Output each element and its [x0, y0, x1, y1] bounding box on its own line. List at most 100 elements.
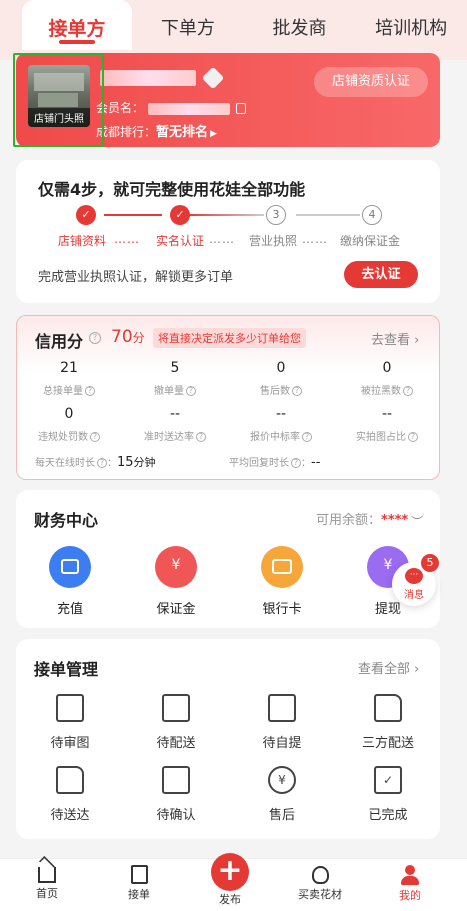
metric-label: 准时送达率? — [125, 428, 225, 443]
metric-value: -- — [169, 406, 181, 422]
confirm-doc-icon[interactable] — [162, 766, 190, 794]
credit-score: 70分 — [111, 327, 145, 347]
steps-title: 仅需4步，就可完整使用花娃全部功能 — [38, 180, 306, 199]
tab-training[interactable]: 培训机构 — [355, 0, 467, 50]
plus-icon: + — [211, 853, 249, 891]
metric-label: 被拉黑数? — [337, 382, 437, 397]
order-status-label[interactable]: 待自提 — [237, 732, 327, 751]
credit-tip: 将直接决定派发多少订单给您 — [153, 328, 306, 348]
refund-icon[interactable]: ¥ — [268, 766, 296, 794]
wallet-icon[interactable] — [49, 546, 91, 588]
metric-value: -- — [275, 406, 287, 422]
steps-card: 仅需4步，就可完整使用花娃全部功能 ✓ ✓ 3 4 店铺资料 …… 实名认证 …… — [16, 160, 440, 303]
message-label: 消息 — [404, 590, 424, 601]
metric-label: 报价中标率? — [231, 428, 331, 443]
help-icon[interactable]: ? — [89, 332, 101, 344]
credit-title: 信用分 — [35, 332, 84, 351]
step-number-icon: 3 — [266, 205, 286, 225]
metric-label: 撤单量? — [125, 382, 225, 397]
shop-name — [100, 66, 225, 89]
yuan-hexagon-icon[interactable]: ¥ — [155, 546, 197, 588]
step-dots: …… — [302, 232, 328, 246]
finance-card: 财务中心 可用余额：**** ¥ ¥ 充值 保证金 银行卡 提现 — [16, 490, 440, 628]
truck-icon[interactable] — [374, 694, 402, 722]
step-check-icon: ✓ — [170, 205, 190, 225]
nav-publish[interactable]: + 发布 — [195, 853, 265, 907]
order-status-label[interactable]: 已完成 — [343, 804, 433, 823]
finance-item-label[interactable]: 充值 — [30, 598, 110, 617]
tab-order-placer[interactable]: 下单方 — [132, 0, 244, 50]
order-status-label[interactable]: 待确认 — [131, 804, 221, 823]
orders-view-all[interactable]: 查看全部 › — [358, 658, 419, 677]
metric-value: 21 — [60, 360, 78, 376]
step-label: 实名认证 — [156, 234, 205, 248]
rank-row[interactable]: 成都排行：暂无排名 ▶ — [96, 121, 217, 140]
step-dots: …… — [114, 232, 140, 246]
eye-closed-icon[interactable] — [410, 512, 424, 519]
steps-hint: 完成营业执照认证，解锁更多订单 — [38, 270, 234, 285]
metric-value: 0 — [382, 360, 392, 376]
chat-bubble-icon: ··· — [405, 568, 423, 584]
chevron-right-icon: › — [410, 662, 420, 677]
metric-label: 总接单量? — [19, 382, 119, 397]
step-label: 营业执照 — [249, 234, 298, 248]
metric-label: 实拍图占比? — [337, 428, 437, 443]
order-status-label[interactable]: 待配送 — [131, 732, 221, 751]
message-badge: 5 — [421, 554, 439, 572]
metric-value: 5 — [170, 360, 180, 376]
bank-card-icon[interactable] — [261, 546, 303, 588]
order-status-label[interactable]: 待审图 — [25, 732, 115, 751]
verified-badge-icon — [201, 66, 225, 89]
step-number-icon: 4 — [362, 205, 382, 225]
rank-label: 成都排行： — [96, 125, 157, 139]
delivery-truck-icon[interactable] — [56, 766, 84, 794]
role-tabs: 接单方 下单方 批发商 培训机构 — [0, 0, 467, 50]
metric-label: 违规处罚数? — [19, 428, 119, 443]
order-status-label[interactable]: 待送达 — [25, 804, 115, 823]
copy-icon[interactable] — [235, 103, 246, 114]
rank-value: 暂无排名 — [156, 125, 209, 140]
step-line-1 — [104, 214, 162, 216]
step-label: 缴纳保证金 — [340, 234, 401, 248]
shop-cert-button[interactable]: 店铺资质认证 — [314, 67, 428, 97]
credit-view-link[interactable]: 去查看 › — [371, 329, 419, 348]
step-dots: …… — [209, 232, 235, 246]
step-line-3 — [296, 214, 360, 216]
balance: 可用余额：**** — [316, 513, 409, 528]
order-status-label[interactable]: 三方配送 — [343, 732, 433, 751]
done-clipboard-icon[interactable]: ✓ — [374, 766, 402, 794]
tab-wholesaler[interactable]: 批发商 — [244, 0, 356, 50]
order-status-label[interactable]: 售后 — [237, 804, 327, 823]
receive-order-icon — [130, 865, 148, 884]
nav-home[interactable]: 首页 — [12, 856, 82, 901]
metric-value: 0 — [276, 360, 286, 376]
credit-card: 信用分 ? 70分 将直接决定派发多少订单给您 去查看 › 21 5 0 0 总… — [16, 315, 440, 480]
caret-right-icon: ▶ — [210, 129, 217, 139]
home-icon — [38, 856, 56, 883]
orders-card: 接单管理 查看全部 › 待审图 待配送 待自提 三方配送 ¥ ✓ 待送达 待确认… — [16, 639, 440, 839]
flower-icon — [311, 866, 329, 884]
certify-button[interactable]: 去认证 — [344, 261, 418, 288]
box-icon[interactable] — [268, 694, 296, 722]
step-check-icon: ✓ — [76, 205, 96, 225]
image-review-icon[interactable] — [56, 694, 84, 722]
nav-mine[interactable]: 我的 — [375, 859, 445, 903]
finance-title: 财务中心 — [34, 511, 99, 530]
tab-order-receiver[interactable]: 接单方 — [22, 0, 132, 50]
step-line-2 — [188, 214, 264, 216]
user-icon — [401, 865, 419, 885]
orders-title: 接单管理 — [34, 660, 99, 679]
nav-buy-sell-flowers[interactable]: 买卖花材 — [285, 859, 355, 902]
finance-item-label[interactable]: 银行卡 — [242, 598, 322, 617]
member-row: 会员名： — [96, 99, 246, 116]
reply-duration: 平均回复时长? ：-- — [229, 455, 321, 470]
highlight-box — [13, 53, 104, 147]
nav-receive-order[interactable]: 接单 — [104, 859, 174, 902]
package-icon[interactable] — [162, 694, 190, 722]
metric-label: 售后数? — [231, 382, 331, 397]
bottom-nav: 首页 接单 + 发布 买卖花材 我的 — [0, 853, 467, 911]
finance-item-label[interactable]: 保证金 — [136, 598, 216, 617]
metric-value: 0 — [64, 406, 74, 422]
step-label: 店铺资料 — [58, 234, 107, 248]
metric-value: -- — [381, 406, 393, 422]
